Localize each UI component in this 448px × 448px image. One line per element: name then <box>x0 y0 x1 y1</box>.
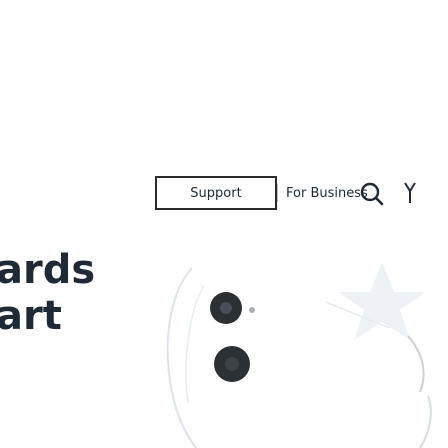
sparkle-shape <box>338 262 426 340</box>
hero-heading: ards art <box>0 247 95 339</box>
partial-nav-icon <box>404 182 416 203</box>
outline-shape <box>407 335 425 393</box>
dot-small <box>249 307 255 313</box>
page: Support For Business ards art <box>0 0 448 448</box>
hero-illustration <box>166 262 432 448</box>
search-icon <box>360 182 384 206</box>
search-button[interactable] <box>359 181 385 207</box>
nav-item-support[interactable]: Support <box>155 176 277 210</box>
bubble-inner-outline <box>185 285 205 403</box>
hero-heading-line-1: ards <box>0 247 96 293</box>
top-nav: Support For Business <box>155 176 376 210</box>
hero-heading-line-2: art <box>0 293 62 339</box>
account-icon[interactable] <box>403 181 417 207</box>
outline-shape <box>419 395 432 448</box>
bubble-outline <box>166 267 197 448</box>
